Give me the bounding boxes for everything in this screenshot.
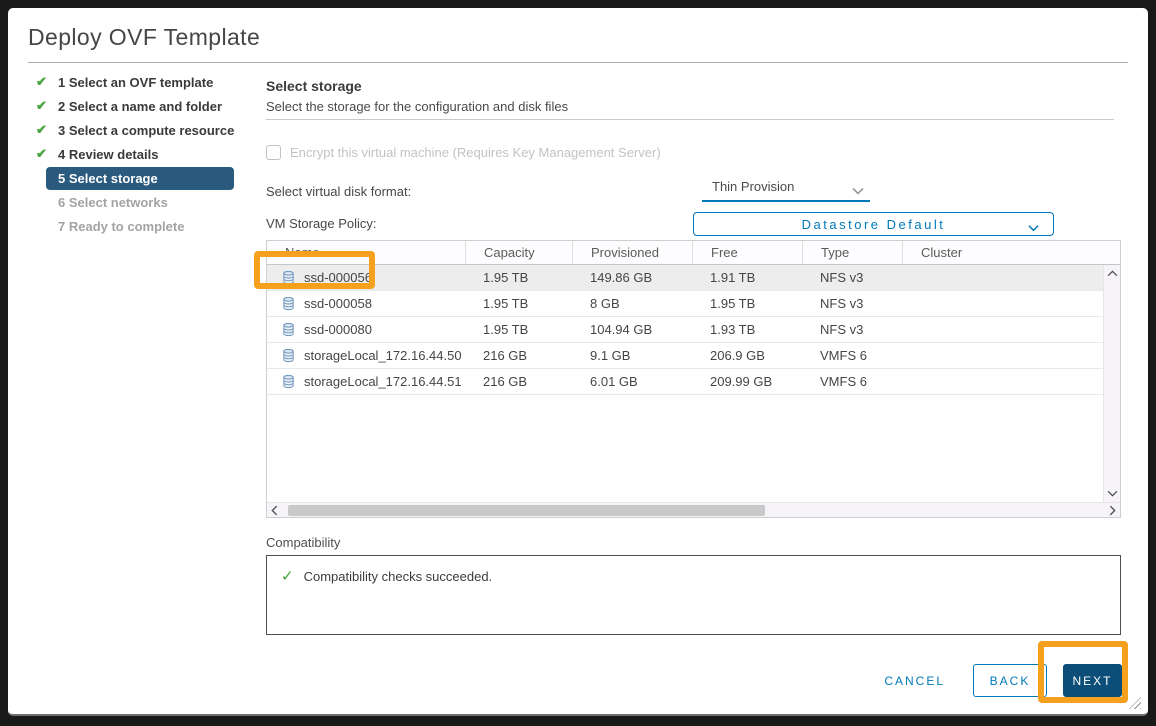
cell-cluster [902, 265, 1103, 290]
chevron-down-icon [1028, 220, 1039, 235]
wizard-step[interactable]: ✔ 3 Select a compute resource [24, 118, 256, 142]
table-row[interactable]: storageLocal_172.16.44.50 216 GB 9.1 GB … [267, 343, 1103, 369]
deploy-ovf-dialog: Deploy OVF Template ✔ 1 Select an OVF te… [8, 8, 1148, 716]
compatibility-message: Compatibility checks succeeded. [304, 569, 493, 584]
encrypt-row: Encrypt this virtual machine (Requires K… [266, 145, 661, 160]
datastore-icon [281, 322, 296, 337]
success-check-icon: ✓ [281, 567, 294, 585]
datastore-name: ssd-000056 [304, 270, 372, 285]
cell-type: VMFS 6 [802, 369, 902, 394]
cell-provisioned: 104.94 GB [572, 317, 692, 342]
compatibility-box: ✓ Compatibility checks succeeded. [266, 555, 1121, 635]
next-button[interactable]: NEXT [1063, 664, 1122, 697]
table-row[interactable]: storageLocal_172.16.44.51 216 GB 6.01 GB… [267, 369, 1103, 395]
wizard-step[interactable]: ✔ 4 Review details [24, 142, 256, 166]
wizard-step[interactable]: 6 Select networks [24, 190, 256, 214]
panel-divider [266, 119, 1114, 120]
cell-free: 1.95 TB [692, 291, 802, 316]
disk-format-dropdown[interactable]: Thin Provision [702, 175, 870, 202]
cell-provisioned: 8 GB [572, 291, 692, 316]
column-header[interactable]: Free [692, 241, 802, 264]
datastore-name: ssd-000058 [304, 296, 372, 311]
chevron-down-icon [852, 183, 864, 198]
column-header[interactable]: Type [802, 241, 902, 264]
table-body: ssd-000056 1.95 TB 149.86 GB 1.91 TB NFS… [267, 265, 1103, 502]
column-header[interactable]: Name [267, 241, 465, 264]
storage-policy-dropdown[interactable]: Datastore Default [693, 212, 1054, 236]
column-header[interactable]: Cluster [902, 241, 1120, 264]
encrypt-label: Encrypt this virtual machine (Requires K… [290, 145, 661, 160]
cell-provisioned: 9.1 GB [572, 343, 692, 368]
disk-format-label: Select virtual disk format: [266, 184, 411, 199]
back-button[interactable]: BACK [973, 664, 1047, 697]
datastore-table: NameCapacityProvisionedFreeTypeCluster s… [266, 240, 1121, 518]
datastore-icon [281, 270, 296, 285]
cell-capacity: 1.95 TB [465, 265, 572, 290]
scroll-down-icon[interactable] [1107, 490, 1118, 497]
cell-provisioned: 149.86 GB [572, 265, 692, 290]
cell-provisioned: 6.01 GB [572, 369, 692, 394]
datastore-name: storageLocal_172.16.44.51 [304, 374, 462, 389]
dialog-title: Deploy OVF Template [28, 24, 260, 51]
disk-format-value: Thin Provision [712, 179, 794, 194]
cell-free: 206.9 GB [692, 343, 802, 368]
wizard-footer: CANCEL BACK NEXT [884, 664, 1122, 697]
wizard-steps: ✔ 1 Select an OVF template ✔ 2 Select a … [24, 70, 256, 238]
table-row[interactable]: ssd-000058 1.95 TB 8 GB 1.95 TB NFS v3 [267, 291, 1103, 317]
step-check-icon: ✔ [36, 98, 58, 114]
panel-subheading: Select the storage for the configuration… [266, 99, 568, 114]
step-check-icon: ✔ [36, 146, 58, 162]
cell-capacity: 1.95 TB [465, 317, 572, 342]
cell-cluster [902, 343, 1103, 368]
wizard-step[interactable]: 7 Ready to complete [24, 214, 256, 238]
cell-cluster [902, 317, 1103, 342]
wizard-step[interactable]: ✔ 2 Select a name and folder [24, 94, 256, 118]
hscroll-thumb[interactable] [288, 505, 765, 516]
scroll-right-icon[interactable] [1109, 505, 1116, 516]
column-header[interactable]: Capacity [465, 241, 572, 264]
cell-capacity: 216 GB [465, 369, 572, 394]
compatibility-label: Compatibility [266, 535, 340, 550]
cell-type: NFS v3 [802, 317, 902, 342]
wizard-step[interactable]: ✔ 1 Select an OVF template [24, 70, 256, 94]
cell-cluster [902, 369, 1103, 394]
table-row[interactable]: ssd-000080 1.95 TB 104.94 GB 1.93 TB NFS… [267, 317, 1103, 343]
wizard-step-current[interactable]: 5 Select storage [24, 166, 256, 190]
cancel-button[interactable]: CANCEL [884, 674, 945, 688]
table-row[interactable]: ssd-000056 1.95 TB 149.86 GB 1.91 TB NFS… [267, 265, 1103, 291]
datastore-name: ssd-000080 [304, 322, 372, 337]
storage-policy-value: Datastore Default [802, 217, 946, 232]
cell-type: NFS v3 [802, 291, 902, 316]
cell-free: 1.91 TB [692, 265, 802, 290]
table-header-row: NameCapacityProvisionedFreeTypeCluster [267, 241, 1120, 265]
panel-heading: Select storage [266, 78, 362, 94]
scroll-up-icon[interactable] [1107, 270, 1118, 277]
datastore-icon [281, 374, 296, 389]
storage-policy-label: VM Storage Policy: [266, 216, 377, 231]
encrypt-checkbox[interactable] [266, 145, 281, 160]
cell-capacity: 1.95 TB [465, 291, 572, 316]
cell-type: VMFS 6 [802, 343, 902, 368]
step-check-icon: ✔ [36, 74, 58, 90]
vertical-scrollbar[interactable] [1103, 265, 1120, 502]
title-divider [28, 62, 1128, 63]
cell-free: 1.93 TB [692, 317, 802, 342]
step-content-panel: Select storage Select the storage for th… [258, 72, 1121, 716]
hscroll-track[interactable] [282, 505, 1105, 516]
step-check-icon: ✔ [36, 122, 58, 138]
resize-grip-icon[interactable] [1129, 697, 1141, 709]
cell-type: NFS v3 [802, 265, 902, 290]
scroll-left-icon[interactable] [271, 505, 278, 516]
horizontal-scrollbar[interactable] [267, 502, 1120, 517]
datastore-icon [281, 348, 296, 363]
cell-cluster [902, 291, 1103, 316]
datastore-name: storageLocal_172.16.44.50 [304, 348, 462, 363]
column-header[interactable]: Provisioned [572, 241, 692, 264]
cell-capacity: 216 GB [465, 343, 572, 368]
datastore-icon [281, 296, 296, 311]
cell-free: 209.99 GB [692, 369, 802, 394]
